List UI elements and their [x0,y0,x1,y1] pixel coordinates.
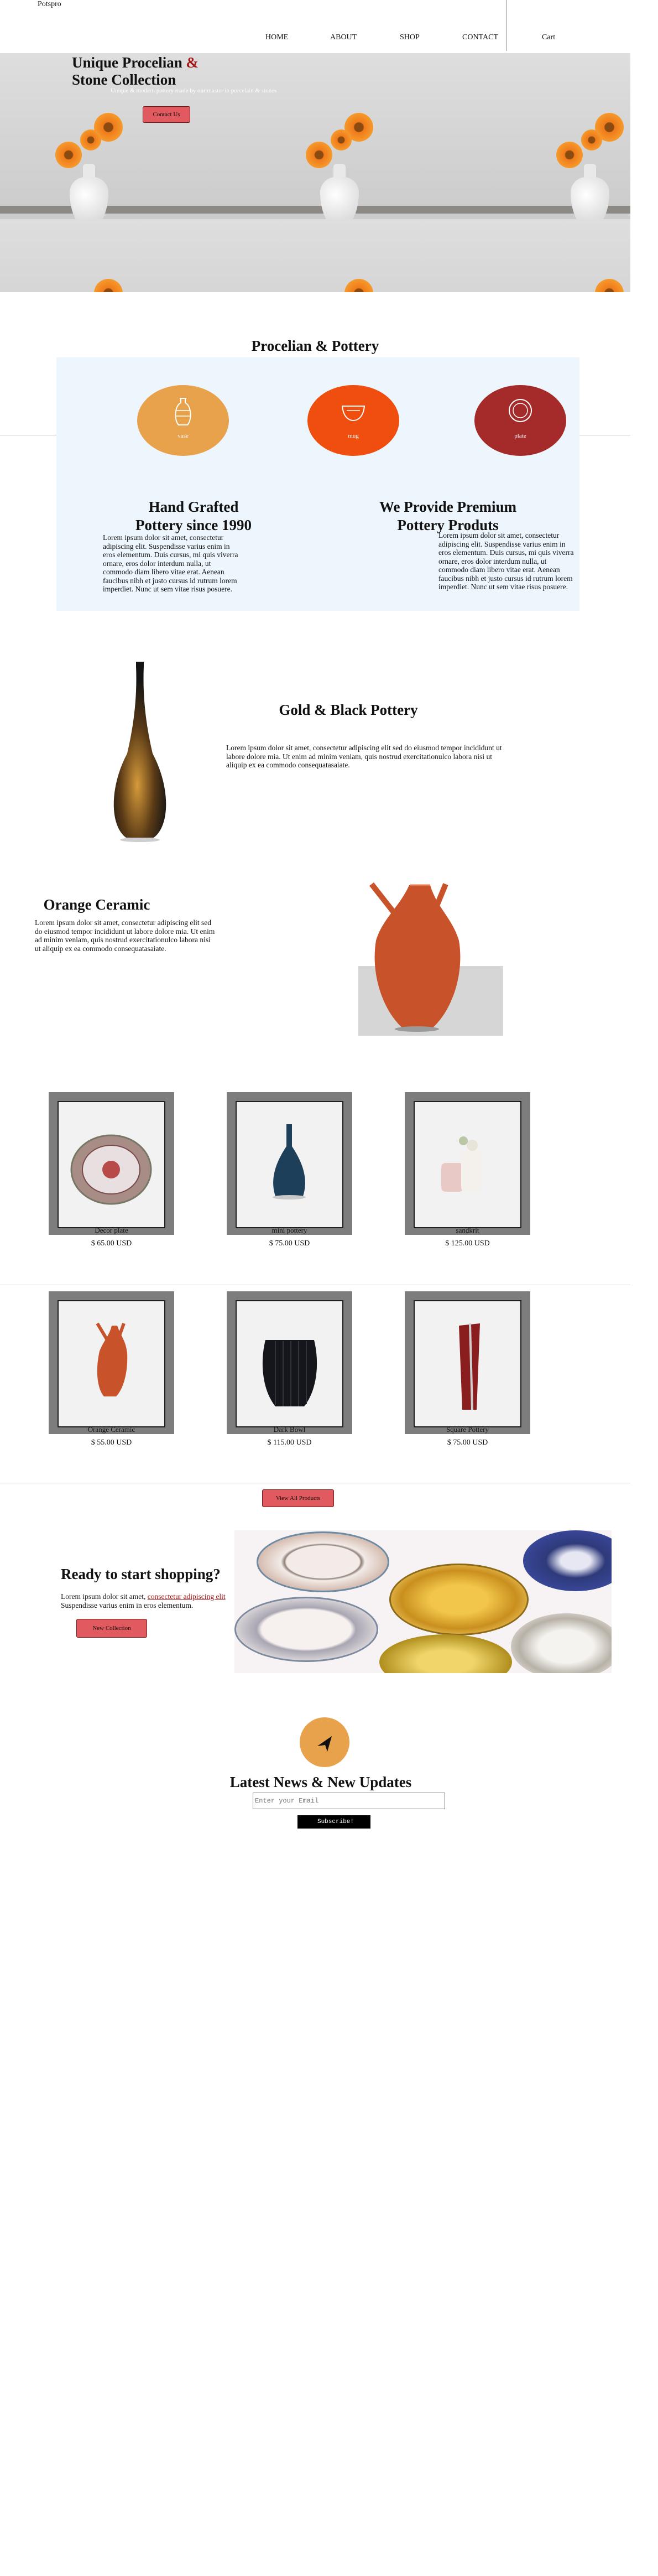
hero-title-ampersand: & [186,54,199,71]
product-price: $ 115.00 USD [267,1438,312,1447]
brand-logo-text[interactable]: Potspro [38,0,61,9]
nav-cart[interactable]: Cart [542,33,555,42]
new-collection-button[interactable]: New Collection [76,1619,147,1638]
product-price: $ 75.00 USD [447,1438,488,1447]
email-input[interactable] [253,1793,445,1809]
about-left-title: Hand Grafted Pottery since 1990 [105,498,282,534]
product-name: Orange Ceramic [87,1425,135,1434]
category-mug[interactable]: mug [307,385,399,456]
category-plate[interactable]: plate [474,385,566,456]
about-right-text: Lorem ipsum dolor sit amet, consectetur … [438,531,574,591]
hero-photo-tile [0,219,250,292]
product-image [236,1101,343,1228]
about-left-title-line1: Hand Grafted [148,498,239,515]
product-price: $ 65.00 USD [91,1239,132,1248]
product-image [414,1300,521,1427]
product-image [58,1300,165,1427]
subscribe-button[interactable]: Subscribe! [297,1815,370,1829]
category-label: plate [514,433,526,439]
product-image [414,1101,521,1228]
newsletter-badge [300,1717,349,1767]
hero-title-line1: Unique Procelian [72,54,182,71]
product-price: $ 55.00 USD [91,1438,132,1447]
categories-title: Procelian & Pottery [251,337,379,354]
gold-black-title: Gold & Black Pottery [279,702,418,718]
product-name: sandkrit [456,1226,479,1234]
contact-us-button[interactable]: Contact Us [143,106,190,123]
gold-black-text: Lorem ipsum dolor sit amet, consectetur … [226,744,502,769]
hero-title: Unique Procelian & Stone Collection [72,54,199,89]
hero-banner [0,53,630,292]
plate-icon [509,399,532,422]
view-all-products-button[interactable]: View All Products [262,1489,334,1507]
about-left-title-line2: Pottery since 1990 [135,517,252,533]
hero-photo-tile [250,53,501,228]
product-card-decor-plate[interactable]: Decor plate [49,1092,174,1235]
nav-contact[interactable]: CONTACT [462,33,498,42]
nav-about[interactable]: ABOUT [330,33,357,42]
product-image [236,1300,343,1427]
gold-black-vase-image [113,662,166,842]
hero-photo-tile [501,53,630,228]
plates-promo-image [234,1530,612,1673]
orange-ceramic-title: Orange Ceramic [43,896,150,913]
hero-subtitle: Unique & modern pottery made by our mast… [111,87,277,94]
promo-text: Lorem ipsum dolor sit amet, consectetur … [61,1592,232,1609]
product-name: Dark Bowl [273,1425,306,1434]
newsletter-title: Latest News & New Updates [229,1774,412,1790]
bowl-icon [341,406,365,422]
product-name: mini pottery [271,1226,307,1234]
nav-shop[interactable]: SHOP [400,33,420,42]
product-price: $ 75.00 USD [269,1239,310,1248]
product-card-sandkrit[interactable]: sandkrit [405,1092,530,1235]
about-right-title: We Provide Premium Pottery Produts [354,498,542,534]
orange-ceramic-vase-image [358,882,503,1036]
product-name: Decor plate [95,1226,128,1234]
nav-home[interactable]: HOME [265,33,288,42]
orange-ceramic-text: Lorem ipsum dolor sit amet, consectetur … [35,918,215,953]
hero-title-line2: Stone Collection [72,71,176,88]
product-card-square-pottery[interactable]: Square Pottery [405,1291,530,1434]
promo-link[interactable]: consectetur adipiscing elit [148,1592,226,1601]
about-right-title-line1: We Provide Premium [379,498,516,515]
promo-text-end: Suspendisse varius enim in eros elementu… [61,1601,194,1609]
product-name: Square Pottery [446,1425,489,1434]
hero-photo-tile [250,219,501,292]
product-card-dark-bowl[interactable]: Dark Bowl [227,1291,352,1434]
product-price: $ 125.00 USD [445,1239,490,1248]
category-label: mug [348,433,359,439]
send-icon [317,1736,332,1752]
vase-icon [175,398,191,425]
promo-text-start: Lorem ipsum dolor sit amet, [61,1592,148,1601]
product-card-mini-pottery[interactable]: mini pottery [227,1092,352,1235]
about-left-text: Lorem ipsum dolor sit amet, consectetur … [103,533,238,593]
product-card-orange-ceramic[interactable]: Orange Ceramic [49,1291,174,1434]
category-label: vase [177,433,189,439]
category-vase[interactable]: vase [137,385,229,456]
hero-photo-tile [501,219,630,292]
promo-title: Ready to start shopping? [61,1566,221,1582]
product-image [58,1101,165,1228]
